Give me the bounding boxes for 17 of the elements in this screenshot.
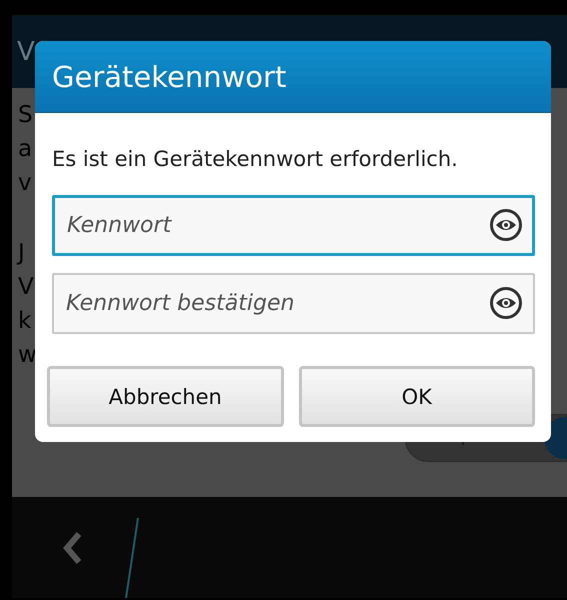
paragraph-line: S (18, 101, 33, 130)
paragraph-line: J (18, 239, 25, 268)
page-title: V (17, 36, 35, 66)
paragraph-line: k (18, 307, 32, 336)
dialog-title: Gerätekennwort (52, 60, 286, 94)
paragraph-line: V (18, 273, 34, 302)
dialog-message: Es ist ein Gerätekennwort erforderlich. (52, 147, 459, 171)
eye-icon[interactable] (489, 286, 523, 320)
password-field[interactable]: Kennwort (52, 195, 535, 256)
dialog-button[interactable]: OK (298, 366, 535, 427)
dialog-button[interactable]: Abbrechen (47, 366, 284, 427)
paragraph-line: a (18, 135, 32, 164)
password-field[interactable]: Kennwort bestätigen (52, 273, 535, 334)
paragraph-line: w (18, 341, 37, 370)
eye-icon[interactable] (489, 208, 523, 242)
back-icon[interactable] (62, 530, 84, 564)
paragraph-line: v (18, 169, 32, 198)
